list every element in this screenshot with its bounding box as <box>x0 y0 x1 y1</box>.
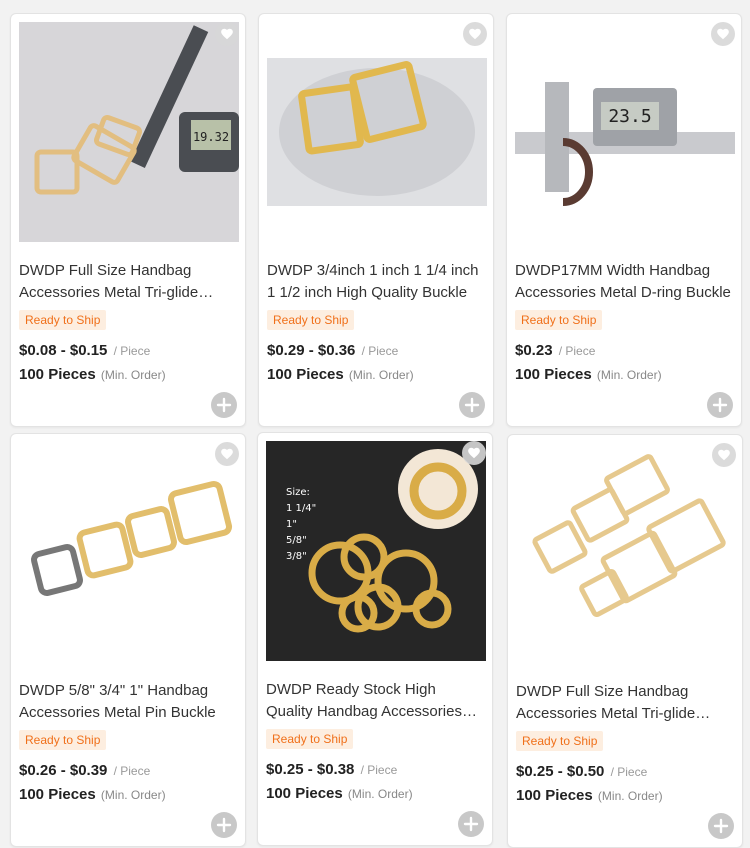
ready-to-ship-badge: Ready to Ship <box>515 310 603 330</box>
favorite-button[interactable] <box>462 441 486 465</box>
heart-icon <box>718 449 730 461</box>
price-value: $0.25 - $0.50 <box>516 763 605 780</box>
add-button[interactable] <box>459 392 485 418</box>
price-unit: / Piece <box>558 344 596 358</box>
product-card[interactable]: Size: 1 1/4" 1" 5/8" 3/8" DWDP Ready Sto… <box>257 432 493 846</box>
favorite-button[interactable] <box>711 22 735 46</box>
heart-icon <box>221 448 233 460</box>
min-order: 100 Pieces (Min. Order) <box>19 366 166 383</box>
price-unit: / Piece <box>113 764 151 778</box>
price-range: $0.08 - $0.15 / Piece <box>19 342 150 359</box>
product-title[interactable]: DWDP17MM Width Handbag Accessories Metal… <box>515 260 733 304</box>
add-button[interactable] <box>458 811 484 837</box>
moq-value: 100 Pieces <box>515 366 592 383</box>
product-title[interactable]: DWDP 3/4inch 1 inch 1 1/4 inch 1 1/2 inc… <box>267 260 485 304</box>
price-unit: / Piece <box>113 344 151 358</box>
heart-icon <box>469 28 481 40</box>
price-range: $0.23 / Piece <box>515 342 595 359</box>
add-button[interactable] <box>211 392 237 418</box>
size-list-line: Size: <box>286 487 310 498</box>
favorite-button[interactable] <box>215 442 239 466</box>
product-title[interactable]: DWDP Full Size Handbag Accessories Metal… <box>516 681 734 725</box>
favorite-button[interactable] <box>215 22 239 46</box>
price-range: $0.25 - $0.50 / Piece <box>516 763 647 780</box>
favorite-button[interactable] <box>712 443 736 467</box>
moq-value: 100 Pieces <box>19 366 96 383</box>
product-card[interactable]: DWDP 3/4inch 1 inch 1 1/4 inch 1 1/2 inc… <box>258 13 494 427</box>
min-order: 100 Pieces (Min. Order) <box>515 366 662 383</box>
plus-icon <box>216 397 232 413</box>
product-image[interactable]: 23.5 <box>515 22 735 242</box>
heart-icon <box>717 28 729 40</box>
favorite-button[interactable] <box>463 22 487 46</box>
caliper-readout: 23.5 <box>608 106 651 127</box>
min-order: 100 Pieces (Min. Order) <box>516 787 663 804</box>
moq-unit: (Min. Order) <box>348 368 414 382</box>
product-grid: 19.32 DWDP Full Size Handbag Accessories… <box>0 0 750 848</box>
product-image[interactable]: Size: 1 1/4" 1" 5/8" 3/8" <box>266 441 486 661</box>
plus-icon <box>713 818 729 834</box>
min-order: 100 Pieces (Min. Order) <box>267 366 414 383</box>
moq-unit: (Min. Order) <box>100 368 166 382</box>
heart-icon <box>468 447 480 459</box>
heart-icon <box>221 28 233 40</box>
price-value: $0.29 - $0.36 <box>267 342 356 359</box>
price-value: $0.23 <box>515 342 553 359</box>
plus-icon <box>712 397 728 413</box>
product-card[interactable]: DWDP Full Size Handbag Accessories Metal… <box>507 434 743 848</box>
size-list-line: 1" <box>286 519 297 530</box>
ready-to-ship-badge: Ready to Ship <box>19 310 107 330</box>
price-range: $0.29 - $0.36 / Piece <box>267 342 398 359</box>
product-title[interactable]: DWDP Full Size Handbag Accessories Metal… <box>19 260 237 304</box>
caliper-readout: 19.32 <box>193 130 229 144</box>
min-order: 100 Pieces (Min. Order) <box>266 785 413 802</box>
price-value: $0.08 - $0.15 <box>19 342 108 359</box>
moq-unit: (Min. Order) <box>347 787 413 801</box>
product-image[interactable] <box>267 22 487 242</box>
moq-unit: (Min. Order) <box>100 788 166 802</box>
product-image[interactable]: 19.32 <box>19 22 239 242</box>
ready-to-ship-badge: Ready to Ship <box>19 730 107 750</box>
moq-value: 100 Pieces <box>266 785 343 802</box>
price-range: $0.25 - $0.38 / Piece <box>266 761 397 778</box>
ready-to-ship-badge: Ready to Ship <box>516 731 604 751</box>
add-button[interactable] <box>211 812 237 838</box>
ready-to-ship-badge: Ready to Ship <box>267 310 355 330</box>
ready-to-ship-badge: Ready to Ship <box>266 729 354 749</box>
moq-value: 100 Pieces <box>516 787 593 804</box>
product-title[interactable]: DWDP 5/8" 3/4" 1" Handbag Accessories Me… <box>19 680 237 724</box>
moq-unit: (Min. Order) <box>596 368 662 382</box>
product-card[interactable]: 23.5 DWDP17MM Width Handbag Accessories … <box>506 13 742 427</box>
moq-value: 100 Pieces <box>267 366 344 383</box>
price-unit: / Piece <box>610 765 648 779</box>
price-range: $0.26 - $0.39 / Piece <box>19 762 150 779</box>
plus-icon <box>464 397 480 413</box>
product-title[interactable]: DWDP Ready Stock High Quality Handbag Ac… <box>266 679 484 723</box>
price-unit: / Piece <box>360 763 398 777</box>
min-order: 100 Pieces (Min. Order) <box>19 786 166 803</box>
add-button[interactable] <box>708 813 734 839</box>
price-value: $0.25 - $0.38 <box>266 761 355 778</box>
price-value: $0.26 - $0.39 <box>19 762 108 779</box>
moq-unit: (Min. Order) <box>597 789 663 803</box>
plus-icon <box>216 817 232 833</box>
product-card[interactable]: DWDP 5/8" 3/4" 1" Handbag Accessories Me… <box>10 433 246 847</box>
add-button[interactable] <box>707 392 733 418</box>
moq-value: 100 Pieces <box>19 786 96 803</box>
size-list-line: 5/8" <box>286 535 307 546</box>
product-image[interactable] <box>516 443 736 663</box>
product-image[interactable] <box>19 442 239 662</box>
plus-icon <box>463 816 479 832</box>
size-list-line: 1 1/4" <box>286 503 316 514</box>
price-unit: / Piece <box>361 344 399 358</box>
product-card[interactable]: 19.32 DWDP Full Size Handbag Accessories… <box>10 13 246 427</box>
size-list-line: 3/8" <box>286 551 307 562</box>
